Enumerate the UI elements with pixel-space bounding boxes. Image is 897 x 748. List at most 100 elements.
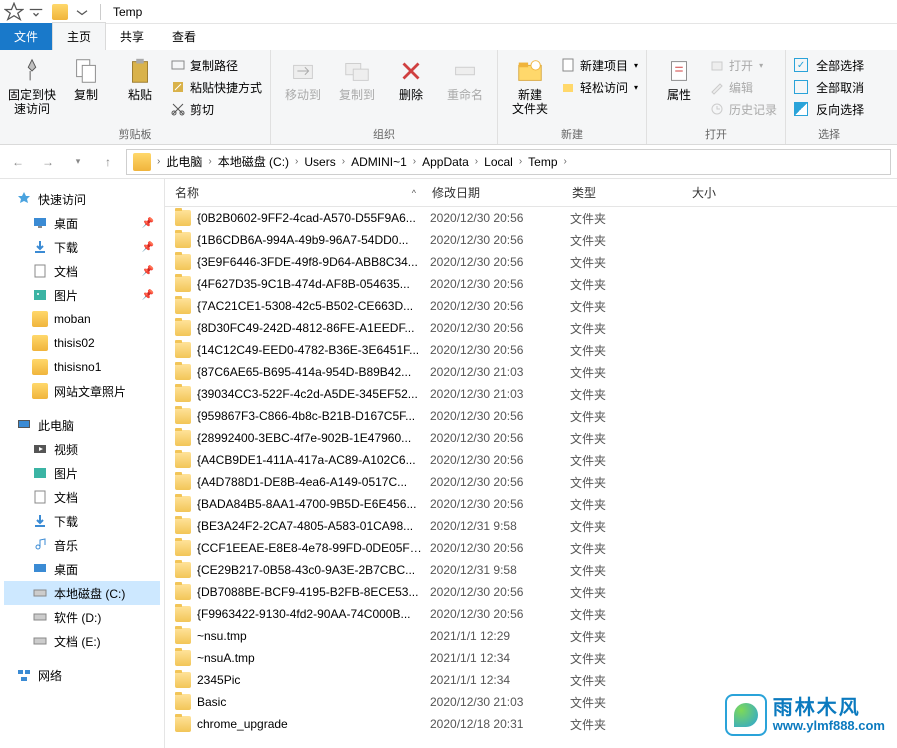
nav-recent-button[interactable]: ▾ — [66, 150, 90, 174]
file-row[interactable]: {1B6CDB6A-994A-49b9-96A7-54DD0...2020/12… — [165, 229, 897, 251]
chevron-right-icon[interactable]: › — [293, 156, 300, 167]
ribbon-group-label: 剪贴板 — [8, 125, 262, 142]
file-row[interactable]: {BE3A24F2-2CA7-4805-A583-01CA98...2020/1… — [165, 515, 897, 537]
chevron-right-icon[interactable]: › — [340, 156, 347, 167]
file-row[interactable]: {F9963422-9130-4fd2-90AA-74C000B...2020/… — [165, 603, 897, 625]
chevron-right-icon[interactable]: › — [206, 156, 213, 167]
nav-moban[interactable]: moban — [4, 307, 160, 331]
file-row[interactable]: {BADA84B5-8AA1-4700-9B5D-E6E456...2020/1… — [165, 493, 897, 515]
tab-view[interactable]: 查看 — [158, 23, 210, 50]
file-date: 2021/1/1 12:29 — [422, 629, 562, 643]
edit-button[interactable]: 编辑 — [709, 76, 777, 98]
select-all-button[interactable]: ✓全部选择 — [794, 54, 864, 76]
nav-disk-e[interactable]: 文档 (E:) — [4, 629, 160, 653]
file-row[interactable]: {CE29B217-0B58-43c0-9A3E-2B7CBC...2020/1… — [165, 559, 897, 581]
select-none-button[interactable]: 全部取消 — [794, 76, 864, 98]
tab-file[interactable]: 文件 — [0, 23, 52, 50]
nav-network[interactable]: 网络 — [4, 663, 160, 687]
file-row[interactable]: {4F627D35-9C1B-474d-AF8B-054635...2020/1… — [165, 273, 897, 295]
breadcrumb[interactable]: ADMINI~1 — [347, 155, 411, 169]
breadcrumb[interactable]: Temp — [524, 155, 561, 169]
file-row[interactable]: 2345Pic2021/1/1 12:34文件夹 — [165, 669, 897, 691]
move-to-button[interactable]: 移动到 — [279, 54, 327, 125]
qat-pin-icon[interactable] — [4, 2, 24, 22]
copy-to-button[interactable]: 复制到 — [333, 54, 381, 125]
nav-documents[interactable]: 文档📌 — [4, 259, 160, 283]
file-row[interactable]: {DB7088BE-BCF9-4195-B2FB-8ECE53...2020/1… — [165, 581, 897, 603]
breadcrumb-box[interactable]: › 此电脑› 本地磁盘 (C:)› Users› ADMINI~1› AppDa… — [126, 149, 891, 175]
breadcrumb[interactable]: Local — [480, 155, 517, 169]
nav-thisis02[interactable]: thisis02 — [4, 331, 160, 355]
nav-site-photos[interactable]: 网站文章照片 — [4, 379, 160, 403]
pin-to-quick-access-button[interactable]: 固定到快 速访问 — [8, 54, 56, 125]
nav-downloads[interactable]: 下载📌 — [4, 235, 160, 259]
file-row[interactable]: {959867F3-C866-4b8c-B21B-D167C5F...2020/… — [165, 405, 897, 427]
nav-pictures[interactable]: 图片📌 — [4, 283, 160, 307]
qat-dropdown-icon[interactable] — [26, 2, 46, 22]
file-row[interactable]: ~nsu.tmp2021/1/1 12:29文件夹 — [165, 625, 897, 647]
chevron-right-icon[interactable]: › — [411, 156, 418, 167]
chevron-right-icon[interactable]: › — [562, 156, 569, 167]
tab-home[interactable]: 主页 — [52, 22, 106, 50]
file-row[interactable]: {14C12C49-EED0-4782-B36E-3E6451F...2020/… — [165, 339, 897, 361]
rename-button[interactable]: 重命名 — [441, 54, 489, 125]
file-row[interactable]: {8D30FC49-242D-4812-86FE-A1EEDF...2020/1… — [165, 317, 897, 339]
file-date: 2021/1/1 12:34 — [422, 651, 562, 665]
paste-shortcut-button[interactable]: 粘贴快捷方式 — [170, 76, 262, 98]
breadcrumb[interactable]: 此电脑 — [162, 153, 206, 170]
copy-button[interactable]: 复制 — [62, 54, 110, 125]
file-row[interactable]: {3E9F6446-3FDE-49f8-9D64-ABB8C34...2020/… — [165, 251, 897, 273]
chevron-right-icon[interactable]: › — [517, 156, 524, 167]
tab-share[interactable]: 共享 — [106, 23, 158, 50]
file-row[interactable]: {0B2B0602-9FF2-4cad-A570-D55F9A6...2020/… — [165, 207, 897, 229]
nav-disk-d[interactable]: 软件 (D:) — [4, 605, 160, 629]
file-row[interactable]: {A4D788D1-DE8B-4ea6-A149-0517C...2020/12… — [165, 471, 897, 493]
file-type: 文件夹 — [562, 364, 682, 381]
nav-back-button[interactable]: ← — [6, 150, 30, 174]
column-type[interactable]: 类型 — [562, 184, 682, 201]
file-row[interactable]: {A4CB9DE1-411A-417a-AC89-A102C6...2020/1… — [165, 449, 897, 471]
breadcrumb[interactable]: Users — [300, 155, 339, 169]
delete-button[interactable]: 删除 — [387, 54, 435, 125]
nav-desktop[interactable]: 桌面📌 — [4, 211, 160, 235]
new-item-button[interactable]: 新建项目▾ — [560, 54, 638, 76]
nav-forward-button[interactable]: → — [36, 150, 60, 174]
column-date[interactable]: 修改日期 — [422, 184, 562, 201]
folder-icon — [175, 584, 191, 600]
easy-access-button[interactable]: 轻松访问▾ — [560, 76, 638, 98]
nav-desktop2[interactable]: 桌面 — [4, 557, 160, 581]
file-row[interactable]: ~nsuA.tmp2021/1/1 12:34文件夹 — [165, 647, 897, 669]
chevron-right-icon[interactable]: › — [155, 156, 162, 167]
nav-thisisno1[interactable]: thisisno1 — [4, 355, 160, 379]
paste-button[interactable]: 粘贴 — [116, 54, 164, 125]
history-button[interactable]: 历史记录 — [709, 98, 777, 120]
open-button[interactable]: 打开▾ — [709, 54, 777, 76]
properties-button[interactable]: 属性 — [655, 54, 703, 125]
invert-selection-button[interactable]: 反向选择 — [794, 98, 864, 120]
file-row[interactable]: {87C6AE65-B695-414a-954D-B89B42...2020/1… — [165, 361, 897, 383]
file-date: 2020/12/30 21:03 — [422, 365, 562, 379]
nav-disk-c[interactable]: 本地磁盘 (C:) — [4, 581, 160, 605]
copy-path-button[interactable]: 复制路径 — [170, 54, 262, 76]
nav-music[interactable]: 音乐 — [4, 533, 160, 557]
column-size[interactable]: 大小 — [682, 184, 782, 201]
nav-quick-access[interactable]: 快速访问 — [4, 187, 160, 211]
chevron-right-icon[interactable]: › — [473, 156, 480, 167]
nav-this-pc[interactable]: 此电脑 — [4, 413, 160, 437]
new-folder-button[interactable]: 新建 文件夹 — [506, 54, 554, 125]
nav-pictures2[interactable]: 图片 — [4, 461, 160, 485]
file-row[interactable]: {39034CC3-522F-4c2d-A5DE-345EF52...2020/… — [165, 383, 897, 405]
nav-videos[interactable]: 视频 — [4, 437, 160, 461]
file-row[interactable]: {7AC21CE1-5308-42c5-B502-CE663D...2020/1… — [165, 295, 897, 317]
breadcrumb[interactable]: AppData — [418, 155, 473, 169]
cut-button[interactable]: 剪切 — [170, 98, 262, 120]
nav-documents2[interactable]: 文档 — [4, 485, 160, 509]
qat-menu-icon[interactable] — [72, 2, 92, 22]
file-date: 2020/12/30 21:03 — [422, 387, 562, 401]
file-row[interactable]: {CCF1EEAE-E8E8-4e78-99FD-0DE05F9...2020/… — [165, 537, 897, 559]
nav-up-button[interactable]: ↑ — [96, 150, 120, 174]
column-name[interactable]: 名称^ — [165, 184, 422, 201]
nav-downloads2[interactable]: 下载 — [4, 509, 160, 533]
file-row[interactable]: {28992400-3EBC-4f7e-902B-1E47960...2020/… — [165, 427, 897, 449]
breadcrumb[interactable]: 本地磁盘 (C:) — [214, 153, 293, 170]
